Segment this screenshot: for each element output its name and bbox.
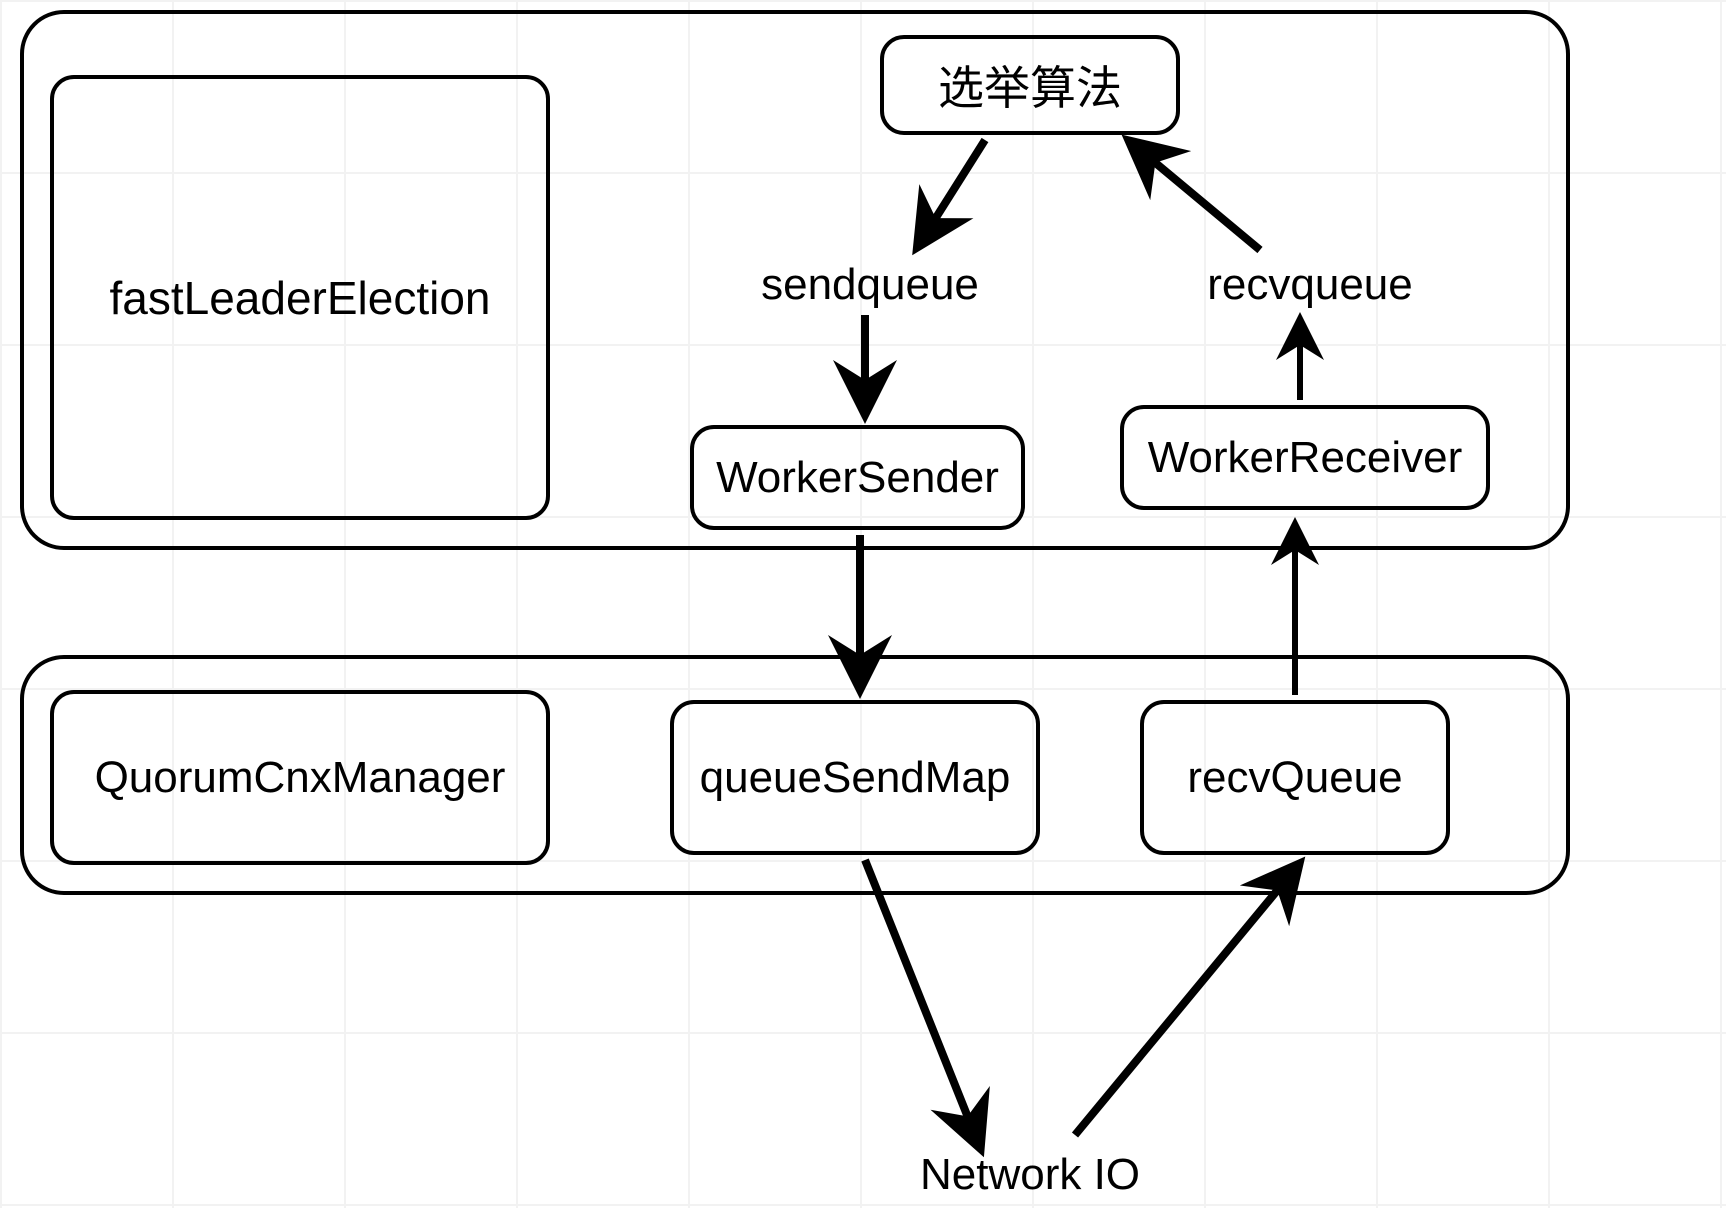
label-worker-sender: WorkerSender xyxy=(716,453,999,503)
label-fast-leader-election: fastLeaderElection xyxy=(109,271,490,325)
node-recvqueue: recvqueue xyxy=(1207,260,1412,310)
node-worker-sender: WorkerSender xyxy=(690,425,1025,530)
label-election-algorithm: 选举算法 xyxy=(938,52,1122,118)
label-worker-receiver: WorkerReceiver xyxy=(1148,433,1463,483)
label-recv-queue: recvQueue xyxy=(1187,753,1402,803)
label-recvqueue: recvqueue xyxy=(1207,260,1412,309)
node-worker-receiver: WorkerReceiver xyxy=(1120,405,1490,510)
node-recv-queue: recvQueue xyxy=(1140,700,1450,855)
label-sendqueue: sendqueue xyxy=(761,260,979,309)
diagram-canvas: fastLeaderElection 选举算法 sendqueue recvqu… xyxy=(0,0,1726,1208)
node-queue-send-map: queueSendMap xyxy=(670,700,1040,855)
node-network-io: Network IO xyxy=(920,1150,1140,1200)
label-queue-send-map: queueSendMap xyxy=(700,753,1011,803)
label-network-io: Network IO xyxy=(920,1150,1140,1199)
node-election-algorithm: 选举算法 xyxy=(880,35,1180,135)
node-quorum-cnx-manager: QuorumCnxManager xyxy=(50,690,550,865)
label-quorum-cnx-manager: QuorumCnxManager xyxy=(95,753,506,803)
node-sendqueue: sendqueue xyxy=(761,260,979,310)
node-fast-leader-election: fastLeaderElection xyxy=(50,75,550,520)
